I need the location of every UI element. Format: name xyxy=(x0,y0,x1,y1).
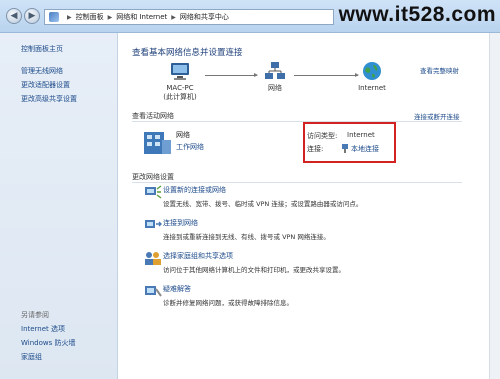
ethernet-icon xyxy=(342,144,348,153)
task-title[interactable]: 设置新的连接或网络 xyxy=(163,185,226,195)
internet-node: Internet xyxy=(354,61,390,93)
chevron-right-icon: ▶ xyxy=(171,13,176,21)
divider xyxy=(132,121,462,122)
active-networks-heading: 查看活动网络 xyxy=(132,112,174,120)
main-content: 查看基本网络信息并设置连接 查看完整映射 MAC-PC (此计算机) 网络 In… xyxy=(118,33,490,379)
troubleshoot-icon xyxy=(145,286,162,297)
active-network-name: 网络 xyxy=(176,131,190,139)
map-link-arrow xyxy=(205,73,258,77)
task-title[interactable]: 选择家庭组和共享选项 xyxy=(163,251,233,261)
breadcrumb-network-sharing[interactable]: 网络和共享中心 xyxy=(180,12,229,22)
see-also-internet-options[interactable]: Internet 选项 xyxy=(21,324,65,334)
sidebar-item-manage-wireless[interactable]: 管理无线网络 xyxy=(21,66,63,76)
forward-button[interactable]: ▶ xyxy=(24,8,40,24)
title-bar: ◀ ▶ ▶ 控制面板 ▶ 网络和 Internet ▶ 网络和共享中心 www.… xyxy=(0,0,500,33)
breadcrumb-network-internet[interactable]: 网络和 Internet xyxy=(116,12,167,22)
sidebar-item-adapter-settings[interactable]: 更改适配器设置 xyxy=(21,80,70,90)
see-also-windows-firewall[interactable]: Windows 防火墙 xyxy=(21,338,75,348)
see-also-homegroup[interactable]: 家庭组 xyxy=(21,352,42,362)
highlight-box xyxy=(303,122,396,163)
chevron-right-icon: ▶ xyxy=(67,13,72,21)
computer-node: MAC-PC (此计算机) xyxy=(158,61,202,102)
globe-icon xyxy=(363,62,381,80)
computer-icon xyxy=(171,63,189,80)
work-network-icon[interactable] xyxy=(142,128,172,156)
task-title[interactable]: 疑难解答 xyxy=(163,284,191,294)
connect-disconnect-link[interactable]: 连接或断开连接 xyxy=(414,111,460,121)
see-also-heading: 另请参阅 xyxy=(21,311,49,319)
task-description: 访问位于其他网络计算机上的文件和打印机，或更改共享设置。 xyxy=(163,266,345,274)
breadcrumb-control-panel[interactable]: 控制面板 xyxy=(76,12,104,22)
internet-label: Internet xyxy=(358,84,386,92)
back-button[interactable]: ◀ xyxy=(6,8,22,24)
network-type-link[interactable]: 工作网络 xyxy=(176,142,204,152)
page-title: 查看基本网络信息并设置连接 xyxy=(132,48,243,58)
connection-label: 连接: xyxy=(307,145,324,153)
sidebar-home-link[interactable]: 控制面板主页 xyxy=(21,44,63,54)
task-description: 设置无线、宽带、拨号、临时或 VPN 连接；或设置路由器或访问点。 xyxy=(163,200,363,208)
address-bar[interactable]: ▶ 控制面板 ▶ 网络和 Internet ▶ 网络和共享中心 xyxy=(44,9,334,25)
access-type-label: 访问类型: xyxy=(307,132,338,140)
sidebar: 控制面板主页 管理无线网络 更改适配器设置 更改高级共享设置 另请参阅 Inte… xyxy=(0,33,118,379)
computer-name: MAC-PC xyxy=(166,84,194,92)
divider xyxy=(132,182,462,183)
task-description: 连接到或重新连接到无线、有线、拨号或 VPN 网络连接。 xyxy=(163,233,330,241)
homegroup-icon xyxy=(145,252,161,265)
connect-network-icon xyxy=(145,220,162,228)
view-full-map-link[interactable]: 查看完整映射 xyxy=(420,65,459,75)
task-description: 诊断并修复网络问题，或获得故障排除信息。 xyxy=(163,299,293,307)
change-settings-heading: 更改网络设置 xyxy=(132,173,174,181)
network-node: 网络 xyxy=(260,61,290,93)
network-icon xyxy=(265,62,285,79)
task-title[interactable]: 连接到网络 xyxy=(163,218,198,228)
network-label: 网络 xyxy=(268,84,282,92)
new-connection-icon xyxy=(145,185,162,199)
sidebar-item-advanced-sharing[interactable]: 更改高级共享设置 xyxy=(21,94,77,104)
chevron-right-icon: ▶ xyxy=(107,13,113,21)
access-type-value: Internet xyxy=(347,131,375,139)
control-panel-icon xyxy=(49,12,59,22)
map-link-arrow xyxy=(294,73,359,77)
scrollbar[interactable] xyxy=(489,33,500,379)
computer-subtitle: (此计算机) xyxy=(163,93,197,101)
watermark: www.it528.com xyxy=(338,3,496,26)
local-connection-link[interactable]: 本地连接 xyxy=(351,144,379,154)
